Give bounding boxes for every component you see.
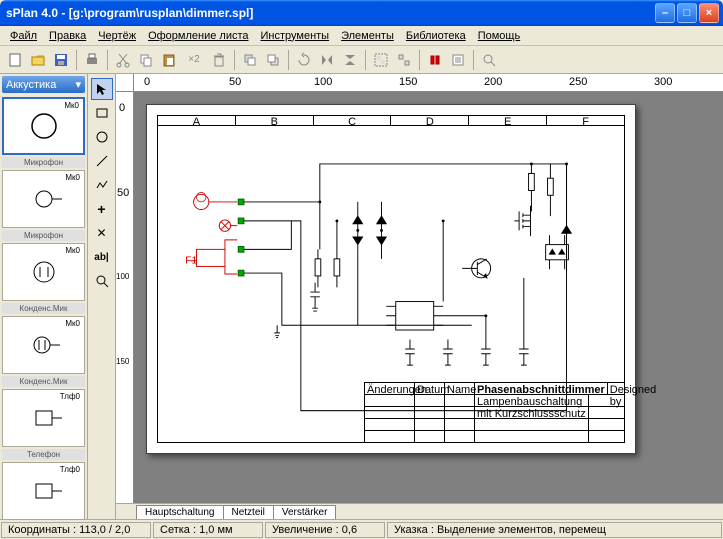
statusbar: Координаты : 113,0 / 2,0 Сетка : 1,0 мм … <box>0 519 723 539</box>
menu-drawing[interactable]: Чертёж <box>92 28 142 44</box>
duplicate-button[interactable]: ×2 <box>181 49 207 71</box>
palette-caption-0: Микрофон <box>2 157 85 168</box>
status-coords: Координаты : 113,0 / 2,0 <box>1 522 151 538</box>
menu-edit[interactable]: Правка <box>43 28 92 44</box>
svg-text:F1: F1 <box>185 256 197 267</box>
menu-tools[interactable]: Инструменты <box>255 28 336 44</box>
circle-tool[interactable] <box>91 126 113 148</box>
palette-caption-2: Конденс.Мик <box>2 303 85 314</box>
status-zoom: Увеличение : 0,6 <box>265 522 385 538</box>
cut-button[interactable] <box>112 49 134 71</box>
palette-item-2[interactable]: Мк0 <box>2 243 85 301</box>
node-del-tool[interactable]: ✕ <box>91 222 113 244</box>
menubar: Файл Правка Чертёж Оформление листа Инст… <box>0 26 723 46</box>
horizontal-ruler: 0 50 100 150 200 250 300 <box>134 74 723 92</box>
palette-caption-3: Конденс.Мик <box>2 376 85 387</box>
menu-help[interactable]: Помощь <box>472 28 527 44</box>
save-button[interactable] <box>50 49 72 71</box>
line-tool[interactable] <box>91 150 113 172</box>
chevron-down-icon: ▾ <box>75 78 81 91</box>
group-button[interactable] <box>370 49 392 71</box>
options-button[interactable] <box>447 49 469 71</box>
text-tool[interactable]: ab| <box>91 246 113 268</box>
paste-button[interactable] <box>158 49 180 71</box>
rotate-button[interactable] <box>293 49 315 71</box>
palette-item-0[interactable]: Мк0 <box>2 97 85 155</box>
palette-caption-1: Микрофон <box>2 230 85 241</box>
palette-item-4[interactable]: Тлф0 <box>2 389 85 447</box>
ungroup-button[interactable] <box>393 49 415 71</box>
open-button[interactable] <box>27 49 49 71</box>
sheet-tab-0[interactable]: Hauptschaltung <box>136 505 224 519</box>
vertical-ruler: 0 50 100 150 <box>116 92 134 503</box>
delete-button[interactable] <box>208 49 230 71</box>
search-button[interactable] <box>478 49 500 71</box>
sheet-tabs: Hauptschaltung Netzteil Verstärker <box>116 503 723 519</box>
drawing-page[interactable]: ABCDEF F1 <box>146 104 636 454</box>
print-button[interactable] <box>81 49 103 71</box>
polyline-tool[interactable] <box>91 174 113 196</box>
close-button[interactable]: × <box>699 3 719 23</box>
toolbar: ×2 <box>0 46 723 74</box>
ruler-corner <box>116 74 134 92</box>
palette-category[interactable]: Аккустика ▾ <box>2 76 85 93</box>
copy-button[interactable] <box>135 49 157 71</box>
palette-item-3[interactable]: Мк0 <box>2 316 85 374</box>
zoom-tool[interactable] <box>91 270 113 292</box>
title-block: Änderungen Datum Name Phasenabschnittdim… <box>364 382 624 442</box>
minimize-button[interactable]: – <box>655 3 675 23</box>
status-grid: Сетка : 1,0 мм <box>153 522 263 538</box>
node-add-tool[interactable]: + <box>91 198 113 220</box>
new-button[interactable] <box>4 49 26 71</box>
sheet-tab-2[interactable]: Verstärker <box>273 505 337 519</box>
menu-file[interactable]: Файл <box>4 28 43 44</box>
sheet-tab-1[interactable]: Netzteil <box>223 505 274 519</box>
palette-caption-4: Телефон <box>2 449 85 460</box>
status-hint: Указка : Выделение элементов, перемещ <box>387 522 722 538</box>
rect-tool[interactable] <box>91 102 113 124</box>
window-title: sPlan 4.0 - [g:\program\rusplan\dimmer.s… <box>4 6 655 20</box>
palette-category-label: Аккустика <box>6 79 56 91</box>
titlebar: sPlan 4.0 - [g:\program\rusplan\dimmer.s… <box>0 0 723 26</box>
back-button[interactable] <box>262 49 284 71</box>
palette-item-1[interactable]: Мк0 <box>2 170 85 228</box>
menu-page-setup[interactable]: Оформление листа <box>142 28 254 44</box>
palette-item-5[interactable]: Тлф0 <box>2 462 85 519</box>
pointer-tool[interactable] <box>91 78 113 100</box>
menu-library[interactable]: Библиотека <box>400 28 472 44</box>
component-palette: Аккустика ▾ Мк0 Микрофон Мк0 Микрофон Мк… <box>0 74 88 519</box>
drawing-toolbar: + ✕ ab| <box>88 74 116 519</box>
menu-elements[interactable]: Элементы <box>335 28 400 44</box>
flip-v-button[interactable] <box>339 49 361 71</box>
maximize-button[interactable]: □ <box>677 3 697 23</box>
flip-h-button[interactable] <box>316 49 338 71</box>
front-button[interactable] <box>239 49 261 71</box>
canvas[interactable]: ABCDEF F1 <box>134 92 723 503</box>
snap-button[interactable] <box>424 49 446 71</box>
